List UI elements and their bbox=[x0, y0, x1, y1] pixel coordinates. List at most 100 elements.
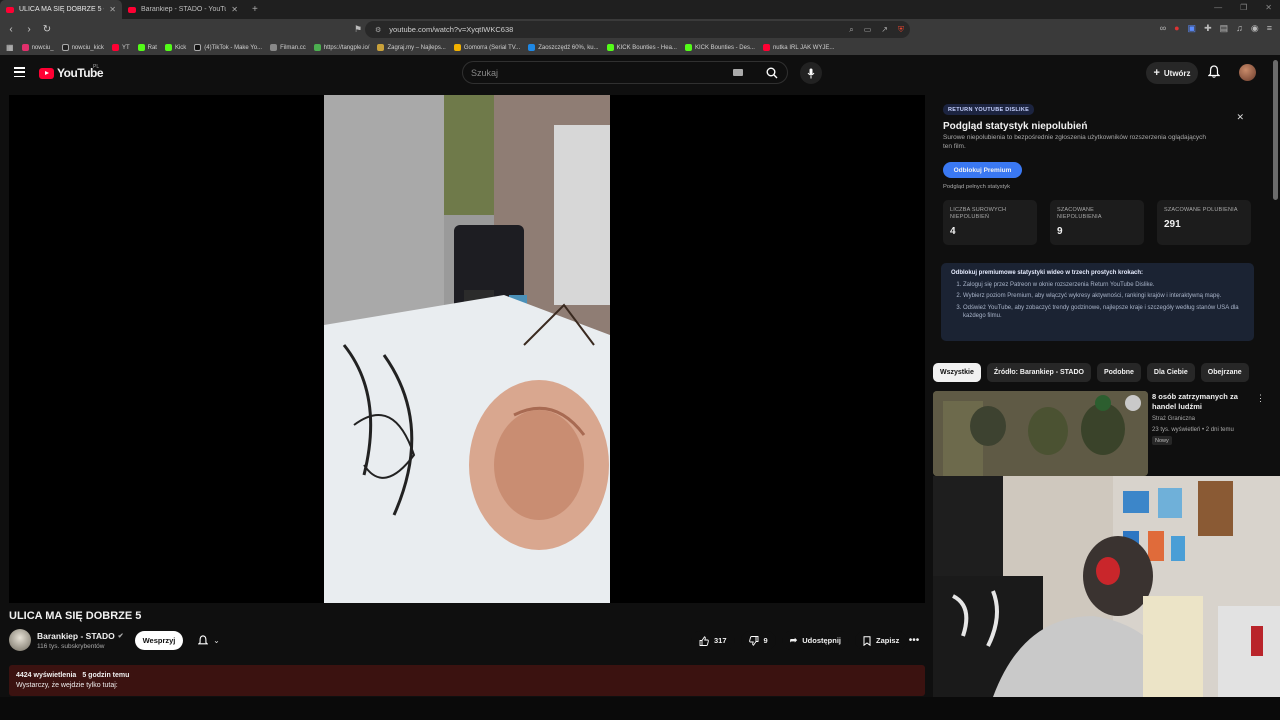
stat-value: 4 bbox=[950, 225, 956, 237]
screen-icon[interactable]: ▭ bbox=[864, 25, 872, 35]
extension-icon[interactable]: ● bbox=[1174, 23, 1179, 34]
profile-icon[interactable]: ◉ bbox=[1251, 23, 1259, 34]
bookmark-item[interactable]: Zagraj.my – Najleps... bbox=[377, 44, 446, 51]
rytd-title: Podgląd statystyk niepolubień bbox=[943, 121, 1088, 132]
bookmark-item[interactable]: (4)TikTok - Make Yo... bbox=[194, 44, 262, 51]
bookmark-item[interactable]: Zaoszczędź 60%, ku... bbox=[528, 44, 599, 51]
create-label: Utwórz bbox=[1163, 68, 1191, 78]
bookmark-item[interactable]: Gomorra (Serial TV... bbox=[453, 44, 520, 51]
new-tab-button[interactable]: + bbox=[252, 4, 258, 15]
close-tab-icon[interactable]: ✕ bbox=[231, 5, 238, 14]
apps-icon[interactable]: ▦ bbox=[6, 43, 14, 52]
bookmark-item[interactable]: https://tangple.io/ bbox=[313, 44, 369, 51]
bookmark-icon[interactable]: ⚑ bbox=[354, 24, 362, 35]
puzzle-icon[interactable]: ✚ bbox=[1204, 23, 1212, 34]
menu-icon[interactable]: ≡ bbox=[1267, 23, 1272, 34]
maximize-icon[interactable]: ❐ bbox=[1240, 3, 1247, 12]
bookmark-item[interactable]: KICK Bounties - Hea... bbox=[606, 44, 677, 51]
save-label: Zapisz bbox=[875, 636, 900, 645]
bookmark-item[interactable]: YT bbox=[111, 44, 130, 51]
keyboard-icon[interactable] bbox=[733, 69, 743, 76]
chip-similar[interactable]: Podobne bbox=[1096, 363, 1141, 382]
subscription-bell-button[interactable]: ⌄ bbox=[190, 631, 228, 650]
reload-icon[interactable]: ↻ bbox=[40, 24, 54, 35]
share-label: Udostępnij bbox=[802, 636, 841, 645]
full-stats-link[interactable]: Podgląd pełnych statystyk bbox=[943, 184, 1010, 190]
thumbnail-image bbox=[933, 391, 1148, 476]
unlock-premium-button[interactable]: Odblokuj Premium bbox=[943, 162, 1022, 178]
video-player[interactable] bbox=[9, 95, 925, 603]
rytd-badge: RETURN YOUTUBE DISLIKE bbox=[943, 104, 1035, 115]
channel-avatar[interactable] bbox=[9, 629, 31, 651]
page-scrollbar[interactable] bbox=[1273, 60, 1278, 200]
like-button[interactable]: 317 bbox=[691, 631, 735, 650]
site-info-icon[interactable]: ⚙ bbox=[375, 26, 381, 34]
voice-search-button[interactable] bbox=[800, 62, 822, 84]
save-button[interactable]: Zapisz bbox=[854, 631, 908, 650]
chip-for-you[interactable]: Dla Ciebie bbox=[1146, 363, 1195, 382]
search-button[interactable] bbox=[757, 62, 787, 83]
bookmark-item[interactable]: Rat bbox=[137, 44, 157, 51]
notifications-bell-icon[interactable] bbox=[1208, 65, 1220, 78]
related-video-thumbnail[interactable] bbox=[933, 391, 1148, 476]
hamburger-menu-icon[interactable] bbox=[14, 67, 25, 77]
extension-icon[interactable]: ∞ bbox=[1160, 23, 1166, 34]
browser-tab-bar: ULICA MA SIĘ DOBRZE 5 - Yo ✕ Barankiep -… bbox=[0, 0, 1280, 19]
share-icon[interactable]: ↗ bbox=[881, 25, 888, 35]
stat-label: SZACOWANE NIEPOLUBIENIA bbox=[1057, 207, 1102, 220]
premium-promo: Odblokuj premiumowe statystyki wideo w t… bbox=[941, 263, 1254, 341]
dislike-count: 9 bbox=[763, 636, 768, 645]
bookmark-item[interactable]: KICK Bounties - Des... bbox=[684, 44, 755, 51]
stat-card-estimated-likes: SZACOWANE POLUBIENIA 291 bbox=[1157, 200, 1251, 245]
browser-tab-channel[interactable]: Barankiep - STADO - YouTube ✕ bbox=[122, 0, 244, 19]
related-video-title[interactable]: 8 osób zatrzymanych za handel ludźmi bbox=[1152, 392, 1247, 412]
chip-source[interactable]: Źródło: Barankiep - STADO bbox=[986, 363, 1091, 382]
minimize-icon[interactable]: — bbox=[1214, 3, 1222, 12]
video-frame bbox=[324, 95, 610, 603]
zoom-icon[interactable]: ⌕ bbox=[849, 25, 853, 35]
extension-icon[interactable]: ▣ bbox=[1188, 23, 1197, 34]
video-content-image bbox=[324, 95, 610, 603]
create-button[interactable]: + Utwórz bbox=[1146, 62, 1198, 84]
more-vertical-icon[interactable]: ⋮ bbox=[1256, 393, 1265, 404]
bookmark-item[interactable]: Kick bbox=[164, 44, 186, 51]
tab-label: ULICA MA SIĘ DOBRZE 5 - Yo bbox=[19, 6, 104, 13]
youtube-header: YouTube PL + Utwórz bbox=[0, 55, 1280, 92]
chip-watched[interactable]: Obejrzane bbox=[1200, 363, 1249, 382]
shield-icon[interactable]: ⛨ bbox=[898, 25, 904, 35]
browser-address-bar: ‹ › ↻ ⚑ ⚙ youtube.com/watch?v=XyqtIWKC63… bbox=[0, 19, 1280, 40]
music-icon[interactable]: ♫ bbox=[1236, 23, 1243, 34]
bookmark-item[interactable]: nowciu_kick bbox=[61, 44, 104, 51]
bookmark-item[interactable]: nutka IRL JAK WYJE... bbox=[762, 44, 834, 51]
description-text: Wystarczy, że wejdzie tylko tutaj: bbox=[16, 682, 118, 689]
browser-tab-video[interactable]: ULICA MA SIĘ DOBRZE 5 - Yo ✕ bbox=[0, 0, 122, 19]
account-avatar[interactable] bbox=[1239, 64, 1256, 81]
bookmark-item[interactable]: nowciu_ bbox=[21, 44, 54, 51]
search-input[interactable] bbox=[463, 67, 733, 78]
share-button[interactable]: ➦ Udostępnij bbox=[781, 631, 849, 650]
promo-heading: Odblokuj premiumowe statystyki wideo w t… bbox=[951, 270, 1144, 276]
related-video-channel[interactable]: Straż Graniczna bbox=[1152, 416, 1195, 422]
youtube-logo[interactable]: YouTube PL bbox=[39, 64, 104, 80]
more-actions-icon[interactable]: ••• bbox=[904, 631, 924, 650]
sidebar-icon[interactable]: ▤ bbox=[1220, 23, 1229, 34]
url-field[interactable]: ⚙ youtube.com/watch?v=XyqtIWKC638 ⌕ ▭ ↗ … bbox=[365, 21, 910, 38]
back-icon[interactable]: ‹ bbox=[4, 24, 18, 35]
close-tab-icon[interactable]: ✕ bbox=[109, 5, 116, 14]
close-window-icon[interactable]: ✕ bbox=[1265, 3, 1272, 12]
support-button[interactable]: Wesprzyj bbox=[135, 631, 183, 650]
stat-value: 9 bbox=[1057, 225, 1063, 237]
youtube-play-icon bbox=[39, 67, 54, 79]
description-box[interactable]: 4424 wyświetlenia 5 godzin temu Wystarcz… bbox=[9, 665, 925, 696]
plus-icon: + bbox=[1153, 67, 1160, 79]
like-count: 317 bbox=[714, 636, 727, 645]
channel-name[interactable]: Barankiep - STADO ✔ bbox=[37, 631, 124, 641]
dislike-button[interactable]: 9 bbox=[740, 631, 776, 650]
chip-all[interactable]: Wszystkie bbox=[933, 363, 981, 382]
video-title: ULICA MA SIĘ DOBRZE 5 bbox=[9, 610, 142, 622]
bookmark-item[interactable]: Filman.cc bbox=[270, 44, 306, 51]
promo-step: Odśwież YouTube, aby zobaczyć trendy god… bbox=[963, 304, 1244, 321]
close-icon[interactable]: ✕ bbox=[1236, 112, 1244, 123]
youtube-favicon-icon bbox=[128, 6, 136, 13]
forward-icon[interactable]: › bbox=[22, 24, 36, 35]
